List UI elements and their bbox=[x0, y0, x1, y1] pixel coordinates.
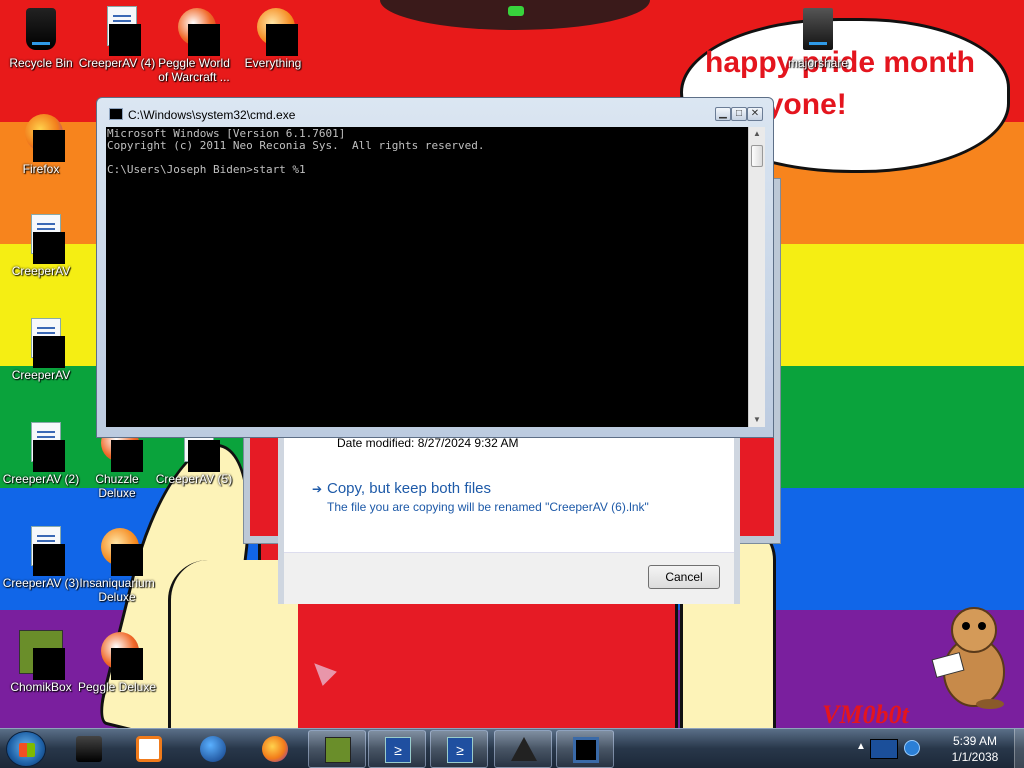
desktop-icon-creeperav[interactable]: CreeperAV bbox=[0, 214, 82, 278]
desktop-icon-label: Insaniquarium Deluxe bbox=[79, 576, 155, 604]
insaniquarium-icon bbox=[93, 526, 143, 576]
desktop-icon-everything[interactable]: Everything bbox=[232, 6, 314, 70]
chomikbox-icon bbox=[17, 630, 65, 680]
desktop-icon-peggle-deluxe[interactable]: Peggle Deluxe bbox=[76, 630, 158, 694]
cancel-button[interactable]: Cancel bbox=[648, 565, 720, 589]
archive-icon bbox=[794, 6, 842, 54]
windows-logo-icon bbox=[19, 743, 35, 757]
scrollbar-thumb[interactable] bbox=[751, 145, 763, 167]
taskbar-button-powershell-1[interactable]: ≥ bbox=[368, 730, 426, 768]
taskbar-button-globe[interactable] bbox=[184, 730, 242, 768]
taskbar-button-device-manager[interactable] bbox=[60, 730, 118, 768]
document-icon bbox=[17, 318, 65, 368]
desktop-icon-label: Recycle Bin bbox=[9, 56, 73, 70]
taskbar-button-warning[interactable] bbox=[494, 730, 552, 768]
maximize-button[interactable]: □ bbox=[731, 107, 747, 121]
desktop-icon-label: CreeperAV (2) bbox=[2, 472, 80, 486]
start-button[interactable] bbox=[6, 731, 46, 767]
document-icon bbox=[17, 526, 65, 576]
cmd-titlebar[interactable]: C:\Windows\system32\cmd.exe ▁ □ ✕ bbox=[97, 98, 773, 126]
desktop-icon-creeperav-2[interactable]: CreeperAV (2) bbox=[0, 422, 82, 486]
desktop-icon-label: Peggle Deluxe bbox=[77, 680, 157, 694]
firefox-icon bbox=[262, 736, 288, 762]
desktop-icon-creeperav-copy[interactable]: CreeperAV bbox=[0, 318, 82, 382]
desktop-icon-label: CreeperAV (5) bbox=[155, 472, 233, 486]
close-button[interactable]: ✕ bbox=[747, 107, 763, 121]
desktop-icon-majorshare[interactable]: majorshare bbox=[777, 6, 859, 70]
desktop-icon-chomikbox[interactable]: ChomikBox bbox=[0, 630, 82, 694]
desktop-icon-firefox[interactable]: Firefox bbox=[0, 112, 82, 176]
powershell-icon: ≥ bbox=[447, 737, 473, 763]
copy-keep-both-description: The file you are copying will be renamed… bbox=[327, 500, 649, 514]
taskbar-button-chomikbox[interactable] bbox=[308, 730, 366, 768]
globe-icon bbox=[200, 736, 226, 762]
scroll-down-icon[interactable]: ▼ bbox=[749, 413, 765, 427]
powershell-icon: ≥ bbox=[385, 737, 411, 763]
desktop-icon-label: Everything bbox=[244, 56, 302, 70]
tray-overflow-icon[interactable]: ▲ bbox=[856, 741, 866, 752]
clock-date: 1/1/2038 bbox=[951, 750, 999, 764]
hamster-mascot-icon bbox=[931, 607, 1005, 709]
window-title: C:\Windows\system32\cmd.exe bbox=[128, 108, 296, 122]
desktop-icon-recycle-bin[interactable]: Recycle Bin bbox=[0, 6, 82, 70]
everything-search-icon bbox=[249, 6, 298, 56]
cmd-window[interactable]: C:\Windows\system32\cmd.exe ▁ □ ✕ Micros… bbox=[96, 97, 774, 438]
clock-time: 5:39 AM bbox=[952, 734, 998, 748]
peggle-icon bbox=[170, 6, 220, 56]
desktop-icon-peggle-wow[interactable]: Peggle World of Warcraft ... bbox=[153, 6, 235, 84]
document-icon bbox=[17, 214, 65, 264]
vertical-scrollbar[interactable]: ▲ ▼ bbox=[748, 127, 765, 427]
cmd-icon bbox=[109, 108, 123, 120]
wallpaper-watermark: VM0b0t bbox=[822, 700, 909, 729]
device-manager-icon bbox=[76, 736, 102, 762]
scroll-up-icon[interactable]: ▲ bbox=[749, 127, 765, 141]
taskbar-button-powershell-2[interactable]: ≥ bbox=[430, 730, 488, 768]
desktop-icon-label: CreeperAV (3) bbox=[2, 576, 80, 590]
firefox-icon bbox=[17, 112, 65, 162]
taskbar-button-media-player[interactable] bbox=[120, 730, 178, 768]
document-icon bbox=[17, 422, 65, 472]
dialog-footer: Cancel bbox=[284, 552, 734, 604]
desktop-icon-label: Chuzzle Deluxe bbox=[95, 472, 139, 500]
tray-device-icon[interactable] bbox=[870, 739, 898, 759]
desktop-icon-label: CreeperAV bbox=[11, 264, 71, 278]
network-icon[interactable] bbox=[904, 740, 920, 756]
recycle-bin-icon bbox=[17, 6, 65, 54]
arrow-right-icon: ➔ bbox=[312, 482, 323, 496]
warning-icon bbox=[511, 737, 537, 761]
desktop-icon-label: Peggle World of Warcraft ... bbox=[158, 56, 230, 84]
copy-keep-both-option[interactable]: Copy, but keep both files bbox=[327, 480, 491, 497]
cmd-icon bbox=[573, 737, 599, 763]
show-desktop-button[interactable] bbox=[1014, 729, 1024, 768]
desktop-icon-insaniquarium[interactable]: Insaniquarium Deluxe bbox=[76, 526, 158, 604]
minimize-button[interactable]: ▁ bbox=[715, 107, 731, 121]
ornament-light bbox=[508, 6, 524, 16]
taskbar-clock[interactable]: 5:39 AM 1/1/2038 bbox=[940, 733, 1010, 765]
copy-file-conflict-dialog: Date modified: 8/27/2024 9:32 AM ➔ Copy,… bbox=[278, 420, 740, 604]
taskbar-button-cmd[interactable] bbox=[556, 730, 614, 768]
console-output[interactable]: Microsoft Windows [Version 6.1.7601] Cop… bbox=[106, 127, 748, 427]
taskbar: ≥ ≥ ▲ 5:39 AM 1/1/2038 bbox=[0, 728, 1024, 768]
media-player-icon bbox=[136, 736, 162, 762]
document-icon bbox=[93, 6, 141, 56]
desktop-icon-creeperav-3[interactable]: CreeperAV (3) bbox=[0, 526, 82, 590]
desktop-icon-label: majorshare bbox=[787, 56, 849, 70]
system-tray: ▲ bbox=[856, 729, 936, 768]
desktop-icon-creeperav-4[interactable]: CreeperAV (4) bbox=[76, 6, 158, 70]
desktop-icon-label: Firefox bbox=[22, 162, 60, 176]
date-modified-text: Date modified: 8/27/2024 9:32 AM bbox=[337, 436, 519, 450]
desktop-icon-label: ChomikBox bbox=[10, 680, 72, 694]
peggle-icon bbox=[93, 630, 143, 680]
chomikbox-icon bbox=[325, 737, 351, 763]
desktop-icon-label: CreeperAV (4) bbox=[78, 56, 156, 70]
taskbar-button-firefox[interactable] bbox=[246, 730, 304, 768]
desktop-icon-label: CreeperAV bbox=[11, 368, 71, 382]
